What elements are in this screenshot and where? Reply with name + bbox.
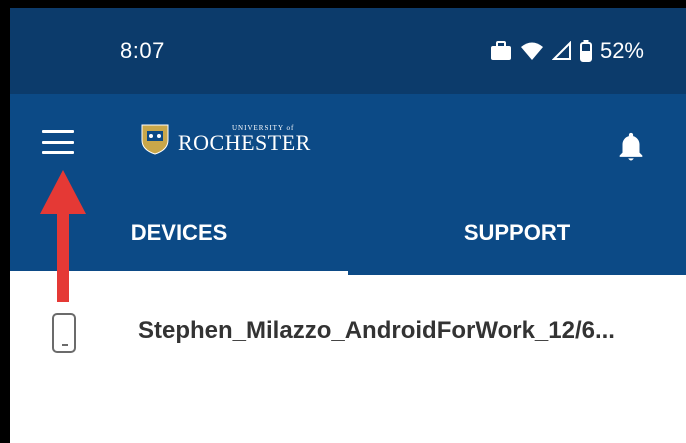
status-time: 8:07 [120,38,165,63]
signal-icon [551,41,571,60]
tab-support[interactable]: SUPPORT [348,191,686,275]
hamburger-menu-icon[interactable] [38,124,78,160]
device-list: Stephen_Milazzo_AndroidForWork_12/6... [10,275,686,443]
university-seal-icon [141,124,169,155]
tab-bar: DEVICES SUPPORT [10,191,686,275]
device-name: Stephen_Milazzo_AndroidForWork_12/6... [138,317,615,344]
phone-screen: 8:07 52% UNIVERSITY of ROCHESTER DEVICES… [10,8,686,443]
bell-icon[interactable] [614,130,648,164]
red-arrow-annotation-icon [40,170,86,302]
battery-icon [579,40,592,62]
app-bar: UNIVERSITY of ROCHESTER [10,94,686,191]
list-item[interactable]: Stephen_Milazzo_AndroidForWork_12/6... [10,303,686,373]
status-icons: 52% [490,38,644,64]
wifi-icon [520,42,543,60]
briefcase-icon [490,41,511,60]
logo-rochester-text: ROCHESTER [178,129,311,155]
phone-device-icon [52,313,76,353]
university-logo: UNIVERSITY of ROCHESTER [138,122,311,156]
status-bar: 8:07 52% [10,8,686,94]
battery-percent: 52% [599,38,644,63]
